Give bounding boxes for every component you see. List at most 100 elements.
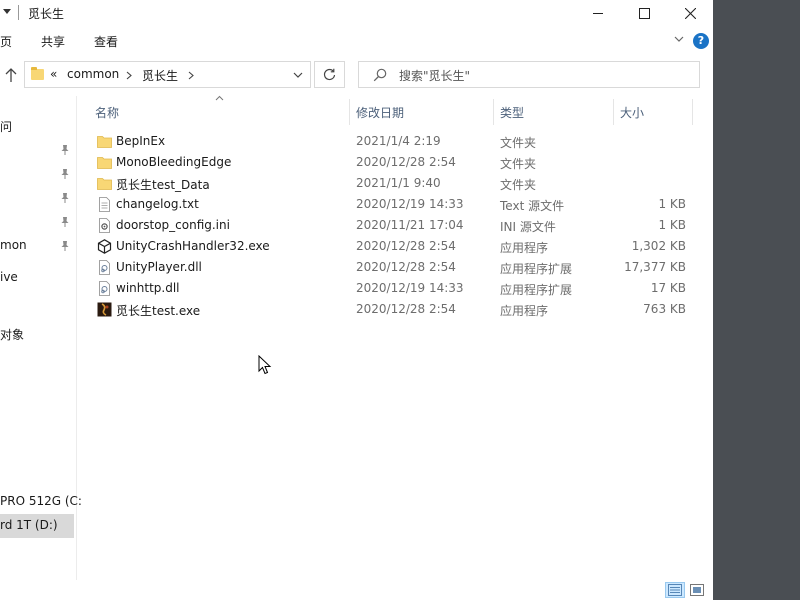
file-row[interactable]: UnityPlayer.dll 2020/12/28 2:54 应用程序扩展 1… xyxy=(90,257,696,278)
file-type: 应用程序扩展 xyxy=(500,283,573,297)
details-view-icon xyxy=(668,584,682,596)
breadcrumb-overflow[interactable]: « xyxy=(50,67,57,81)
pin-icon[interactable] xyxy=(60,144,70,156)
nav-item-quick-access[interactable]: 问 xyxy=(0,118,12,135)
file-row[interactable]: 觅长生test_Data 2021/1/1 9:40 文件夹 xyxy=(90,173,696,194)
search-input[interactable]: 搜索"觅长生" xyxy=(399,67,470,84)
search-icon xyxy=(373,68,387,82)
tab-view[interactable]: 查看 xyxy=(94,33,118,50)
folder-icon xyxy=(97,136,112,148)
file-type: 应用程序扩展 xyxy=(500,262,573,276)
maximize-icon xyxy=(638,7,650,19)
address-dropdown-icon[interactable] xyxy=(293,71,303,79)
file-date: 2020/12/28 2:54 xyxy=(356,239,456,253)
sort-ascending-icon xyxy=(215,95,224,101)
column-header-name[interactable]: 名称 xyxy=(95,104,119,128)
details-view-button[interactable] xyxy=(665,582,685,598)
column-header-date[interactable]: 修改日期 xyxy=(356,104,404,128)
tab-share[interactable]: 共享 xyxy=(41,33,65,50)
file-type: 应用程序 xyxy=(500,304,549,318)
minimize-icon xyxy=(593,13,603,14)
file-type: INI 源文件 xyxy=(500,220,556,234)
file-type: 文件夹 xyxy=(500,136,537,150)
tab-home[interactable]: 页 xyxy=(0,33,12,50)
breadcrumb-chevron-icon[interactable] xyxy=(187,71,195,80)
file-row[interactable]: BepInEx 2021/1/4 2:19 文件夹 xyxy=(90,131,696,152)
close-button[interactable] xyxy=(667,0,713,26)
nav-item-3d-objects[interactable]: 对象 xyxy=(0,326,24,343)
pin-icon[interactable] xyxy=(60,216,70,228)
file-row[interactable]: MonoBleedingEdge 2020/12/28 2:54 文件夹 xyxy=(90,152,696,173)
file-name: doorstop_config.ini xyxy=(116,218,230,232)
file-name: winhttp.dll xyxy=(116,281,180,295)
file-type: 应用程序 xyxy=(500,241,549,255)
nav-item-common[interactable]: mon xyxy=(0,238,27,252)
file-size: 1 KB xyxy=(658,218,686,232)
close-icon xyxy=(684,7,696,19)
column-divider[interactable] xyxy=(613,99,614,125)
mouse-cursor-icon xyxy=(258,355,272,375)
maximize-button[interactable] xyxy=(621,0,667,26)
file-date: 2020/12/28 2:54 xyxy=(356,155,456,169)
column-header-type[interactable]: 类型 xyxy=(500,104,524,128)
navigation-pane: 问 mon ive 对象 PRO 512G (C: rd 1T (D:) xyxy=(0,96,82,580)
game-exe-icon xyxy=(97,302,112,317)
folder-icon xyxy=(97,157,112,169)
refresh-icon xyxy=(323,68,336,81)
file-date: 2020/12/19 14:33 xyxy=(356,281,464,295)
column-divider[interactable] xyxy=(692,99,693,125)
file-date: 2020/12/28 2:54 xyxy=(356,302,456,316)
nav-item-drive-d[interactable]: rd 1T (D:) xyxy=(0,518,58,532)
dll-file-icon xyxy=(99,260,110,275)
chevron-down-icon[interactable] xyxy=(673,33,685,45)
file-date: 2021/1/1 9:40 xyxy=(356,176,441,190)
breadcrumb-current[interactable]: 觅长生 xyxy=(142,67,178,84)
window-title: 觅长生 xyxy=(28,7,65,21)
unity-icon xyxy=(97,239,112,254)
dll-file-icon xyxy=(99,281,110,296)
pin-icon[interactable] xyxy=(60,192,70,204)
large-icons-view-button[interactable] xyxy=(687,582,707,598)
large-icons-view-icon xyxy=(690,584,704,596)
file-row[interactable]: winhttp.dll 2020/12/19 14:33 应用程序扩展 17 K… xyxy=(90,278,696,299)
file-row[interactable]: doorstop_config.ini 2020/11/21 17:04 INI… xyxy=(90,215,696,236)
file-row[interactable]: 觅长生test.exe 2020/12/28 2:54 应用程序 763 KB xyxy=(90,299,696,320)
up-arrow-icon[interactable] xyxy=(2,66,20,84)
file-date: 2020/12/28 2:54 xyxy=(356,260,456,274)
file-name: BepInEx xyxy=(116,134,166,148)
file-size: 1,302 KB xyxy=(631,239,686,253)
file-name: UnityCrashHandler32.exe xyxy=(116,239,270,253)
help-icon[interactable]: ? xyxy=(693,33,709,49)
column-divider[interactable] xyxy=(493,99,494,125)
breadcrumb-chevron-icon[interactable] xyxy=(125,71,133,80)
nav-item-drive-c[interactable]: PRO 512G (C: xyxy=(0,494,82,508)
search-box[interactable]: 搜索"觅长生" xyxy=(358,61,700,88)
file-name: 觅长生test.exe xyxy=(116,304,201,318)
file-date: 2020/11/21 17:04 xyxy=(356,218,464,232)
file-name: MonoBleedingEdge xyxy=(116,155,232,169)
explorer-window: 觅长生 页 共享 查看 ? « common 觅长生 搜索"觅长生" 问 mon… xyxy=(0,0,713,600)
file-size: 763 KB xyxy=(643,302,686,316)
column-divider[interactable] xyxy=(349,99,350,125)
refresh-button[interactable] xyxy=(314,61,345,88)
breadcrumb-common[interactable]: common xyxy=(67,67,119,81)
file-row[interactable]: UnityCrashHandler32.exe 2020/12/28 2:54 … xyxy=(90,236,696,257)
pin-icon[interactable] xyxy=(60,168,70,180)
minimize-button[interactable] xyxy=(575,0,621,26)
title-separator xyxy=(18,5,19,20)
nav-item-onedrive[interactable]: ive xyxy=(0,270,18,284)
file-name: UnityPlayer.dll xyxy=(116,260,202,274)
file-type: Text 源文件 xyxy=(500,199,565,213)
pin-icon[interactable] xyxy=(60,240,70,252)
quick-access-dropdown-icon[interactable] xyxy=(3,9,11,14)
file-name: changelog.txt xyxy=(116,197,199,211)
file-type: 文件夹 xyxy=(500,157,537,171)
column-header-size[interactable]: 大小 xyxy=(620,104,644,128)
folder-icon xyxy=(97,178,112,190)
file-row[interactable]: changelog.txt 2020/12/19 14:33 Text 源文件 … xyxy=(90,194,696,215)
file-size: 1 KB xyxy=(658,197,686,211)
address-bar[interactable]: « common 觅长生 xyxy=(24,61,311,88)
ribbon-tabs: 页 共享 查看 xyxy=(0,30,713,52)
folder-icon xyxy=(31,67,44,80)
config-file-icon xyxy=(99,218,110,233)
